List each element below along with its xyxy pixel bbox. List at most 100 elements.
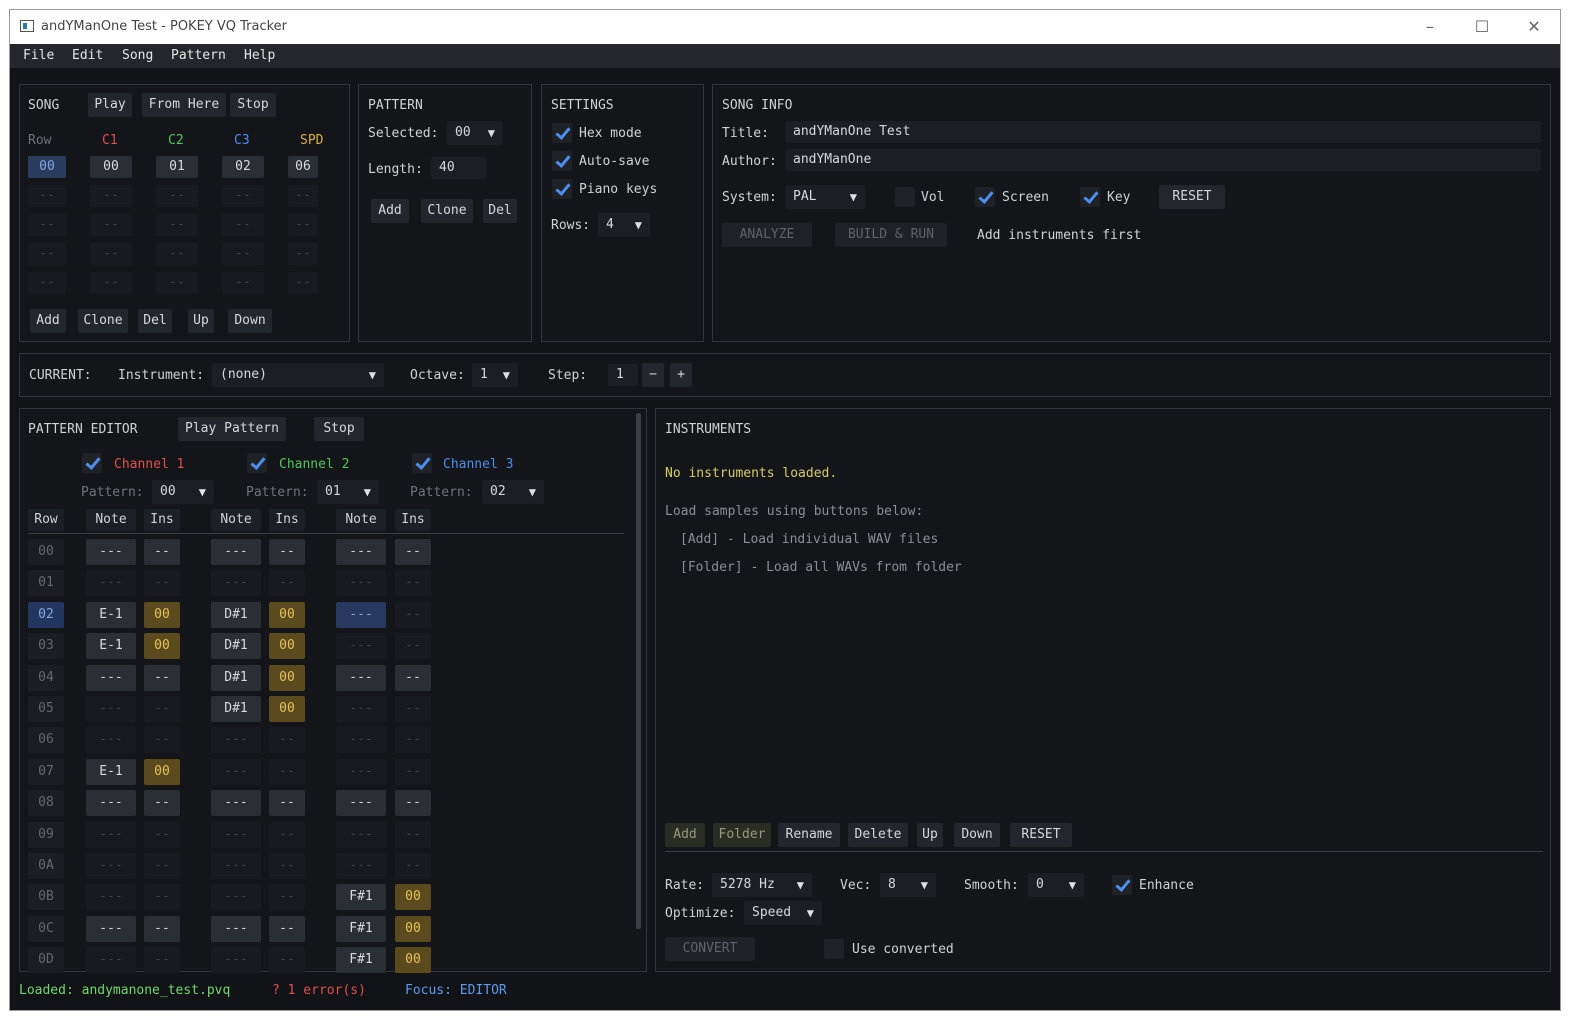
instrument-cell[interactable]: -- bbox=[269, 727, 305, 754]
song-order-cell[interactable]: -- bbox=[222, 214, 264, 236]
instrument-cell[interactable]: -- bbox=[395, 539, 431, 565]
menu-help[interactable]: Help bbox=[244, 48, 275, 63]
song-order-cell[interactable]: -- bbox=[222, 243, 264, 265]
pattern-length-input[interactable]: 40 bbox=[431, 157, 487, 179]
step-minus-button[interactable]: − bbox=[642, 363, 664, 387]
instrument-rename-button[interactable]: Rename bbox=[778, 823, 840, 847]
instrument-cell[interactable]: -- bbox=[395, 664, 431, 691]
note-cell[interactable]: --- bbox=[86, 539, 136, 565]
note-cell[interactable]: --- bbox=[336, 539, 386, 565]
song-row-number[interactable]: -- bbox=[28, 214, 66, 236]
instrument-cell[interactable]: -- bbox=[144, 853, 180, 879]
channel-3-checkbox[interactable] bbox=[412, 453, 432, 473]
close-icon[interactable]: ✕ bbox=[1512, 14, 1556, 40]
note-cell[interactable]: F#1 bbox=[336, 947, 386, 974]
pattern-add-button[interactable]: Add bbox=[371, 199, 409, 223]
instrument-cell[interactable]: 00 bbox=[395, 915, 431, 942]
note-cell[interactable]: --- bbox=[211, 539, 261, 565]
instrument-cell[interactable]: -- bbox=[144, 696, 180, 722]
hex-mode-checkbox[interactable] bbox=[552, 123, 572, 143]
song-order-cell[interactable]: -- bbox=[288, 272, 318, 294]
instrument-reset-button[interactable]: RESET bbox=[1010, 823, 1072, 847]
song-order-cell[interactable]: 02 bbox=[222, 156, 264, 178]
song-order-cell[interactable]: -- bbox=[90, 272, 132, 294]
instrument-cell[interactable]: -- bbox=[144, 539, 180, 565]
instrument-cell[interactable]: -- bbox=[144, 570, 180, 597]
instrument-cell[interactable]: -- bbox=[144, 821, 180, 848]
note-cell[interactable]: --- bbox=[336, 853, 386, 879]
note-cell[interactable]: --- bbox=[211, 853, 261, 879]
pattern-scrollbar[interactable] bbox=[636, 413, 641, 929]
note-cell[interactable]: --- bbox=[211, 570, 261, 597]
pattern-row-number[interactable]: 0C bbox=[28, 915, 64, 942]
pattern-row-number[interactable]: 0B bbox=[28, 884, 64, 911]
song-order-cell[interactable]: -- bbox=[156, 214, 198, 236]
instrument-cell[interactable]: -- bbox=[144, 947, 180, 974]
instrument-cell[interactable]: -- bbox=[395, 696, 431, 722]
song-order-cell[interactable]: 01 bbox=[156, 156, 198, 178]
pattern-clone-button[interactable]: Clone bbox=[421, 199, 473, 223]
instrument-cell[interactable]: 00 bbox=[269, 633, 305, 660]
instrument-cell[interactable]: -- bbox=[395, 727, 431, 754]
song-row-number[interactable]: -- bbox=[28, 185, 66, 207]
note-cell[interactable]: --- bbox=[211, 758, 261, 785]
instrument-cell[interactable]: -- bbox=[395, 633, 431, 660]
note-cell[interactable]: --- bbox=[211, 790, 261, 817]
author-input[interactable]: andYManOne bbox=[785, 149, 1541, 171]
instrument-cell[interactable]: -- bbox=[395, 821, 431, 848]
pattern-row-number[interactable]: 09 bbox=[28, 821, 64, 848]
instrument-cell[interactable]: 00 bbox=[144, 758, 180, 785]
song-stop-button[interactable]: Stop bbox=[230, 93, 276, 117]
note-cell[interactable]: --- bbox=[86, 821, 136, 848]
pattern-row-number[interactable]: 06 bbox=[28, 727, 64, 754]
octave-combo[interactable]: 1 ▼ bbox=[472, 363, 518, 387]
instrument-down-button[interactable]: Down bbox=[954, 823, 1000, 847]
note-cell[interactable]: --- bbox=[211, 884, 261, 911]
note-cell[interactable]: --- bbox=[336, 633, 386, 660]
note-cell[interactable]: --- bbox=[336, 696, 386, 722]
song-order-cell[interactable]: -- bbox=[156, 272, 198, 294]
pattern-row-number[interactable]: 05 bbox=[28, 696, 64, 722]
smooth-combo[interactable]: 0 ▼ bbox=[1028, 873, 1084, 897]
song-order-cell[interactable]: -- bbox=[90, 214, 132, 236]
channel-2-checkbox[interactable] bbox=[247, 453, 267, 473]
screen-checkbox[interactable] bbox=[975, 187, 995, 207]
pattern-row-number[interactable]: 0D bbox=[28, 947, 64, 974]
instrument-delete-button[interactable]: Delete bbox=[848, 823, 908, 847]
channel-1-checkbox[interactable] bbox=[82, 453, 102, 473]
instrument-cell[interactable]: -- bbox=[395, 853, 431, 879]
note-cell[interactable]: --- bbox=[336, 821, 386, 848]
note-cell[interactable]: --- bbox=[336, 758, 386, 785]
instrument-cell[interactable]: -- bbox=[269, 884, 305, 911]
vec-combo[interactable]: 8 ▼ bbox=[880, 873, 936, 897]
song-info-reset-button[interactable]: RESET bbox=[1159, 185, 1225, 209]
instrument-cell[interactable]: -- bbox=[269, 539, 305, 565]
song-order-cell[interactable]: 06 bbox=[288, 156, 318, 178]
menu-pattern[interactable]: Pattern bbox=[171, 48, 226, 63]
rows-combo[interactable]: 4 ▼ bbox=[598, 213, 650, 237]
song-order-cell[interactable]: 00 bbox=[90, 156, 132, 178]
song-play-button[interactable]: Play bbox=[88, 93, 132, 117]
optimize-combo[interactable]: Speed ▼ bbox=[744, 901, 822, 925]
key-checkbox[interactable] bbox=[1080, 187, 1100, 207]
instrument-cell[interactable]: 00 bbox=[269, 664, 305, 691]
song-order-cell[interactable]: -- bbox=[288, 185, 318, 207]
note-cell[interactable]: E-1 bbox=[86, 601, 136, 628]
note-cell[interactable]: --- bbox=[86, 884, 136, 911]
note-cell[interactable]: --- bbox=[211, 915, 261, 942]
instrument-cell[interactable]: -- bbox=[144, 664, 180, 691]
pattern-row-number[interactable]: 07 bbox=[28, 758, 64, 785]
note-cell[interactable]: D#1 bbox=[211, 601, 261, 628]
play-pattern-button[interactable]: Play Pattern bbox=[178, 417, 286, 441]
note-cell[interactable]: D#1 bbox=[211, 696, 261, 722]
song-row-number[interactable]: -- bbox=[28, 272, 66, 294]
instrument-cell[interactable]: 00 bbox=[144, 601, 180, 628]
instrument-cell[interactable]: -- bbox=[269, 570, 305, 597]
pattern-row-number[interactable]: 04 bbox=[28, 664, 64, 691]
song-clone-button[interactable]: Clone bbox=[78, 309, 128, 333]
note-cell[interactable]: --- bbox=[86, 915, 136, 942]
song-order-cell[interactable]: -- bbox=[288, 243, 318, 265]
instrument-up-button[interactable]: Up bbox=[917, 823, 943, 847]
instrument-cell[interactable]: 00 bbox=[269, 696, 305, 722]
note-cell[interactable]: D#1 bbox=[211, 633, 261, 660]
